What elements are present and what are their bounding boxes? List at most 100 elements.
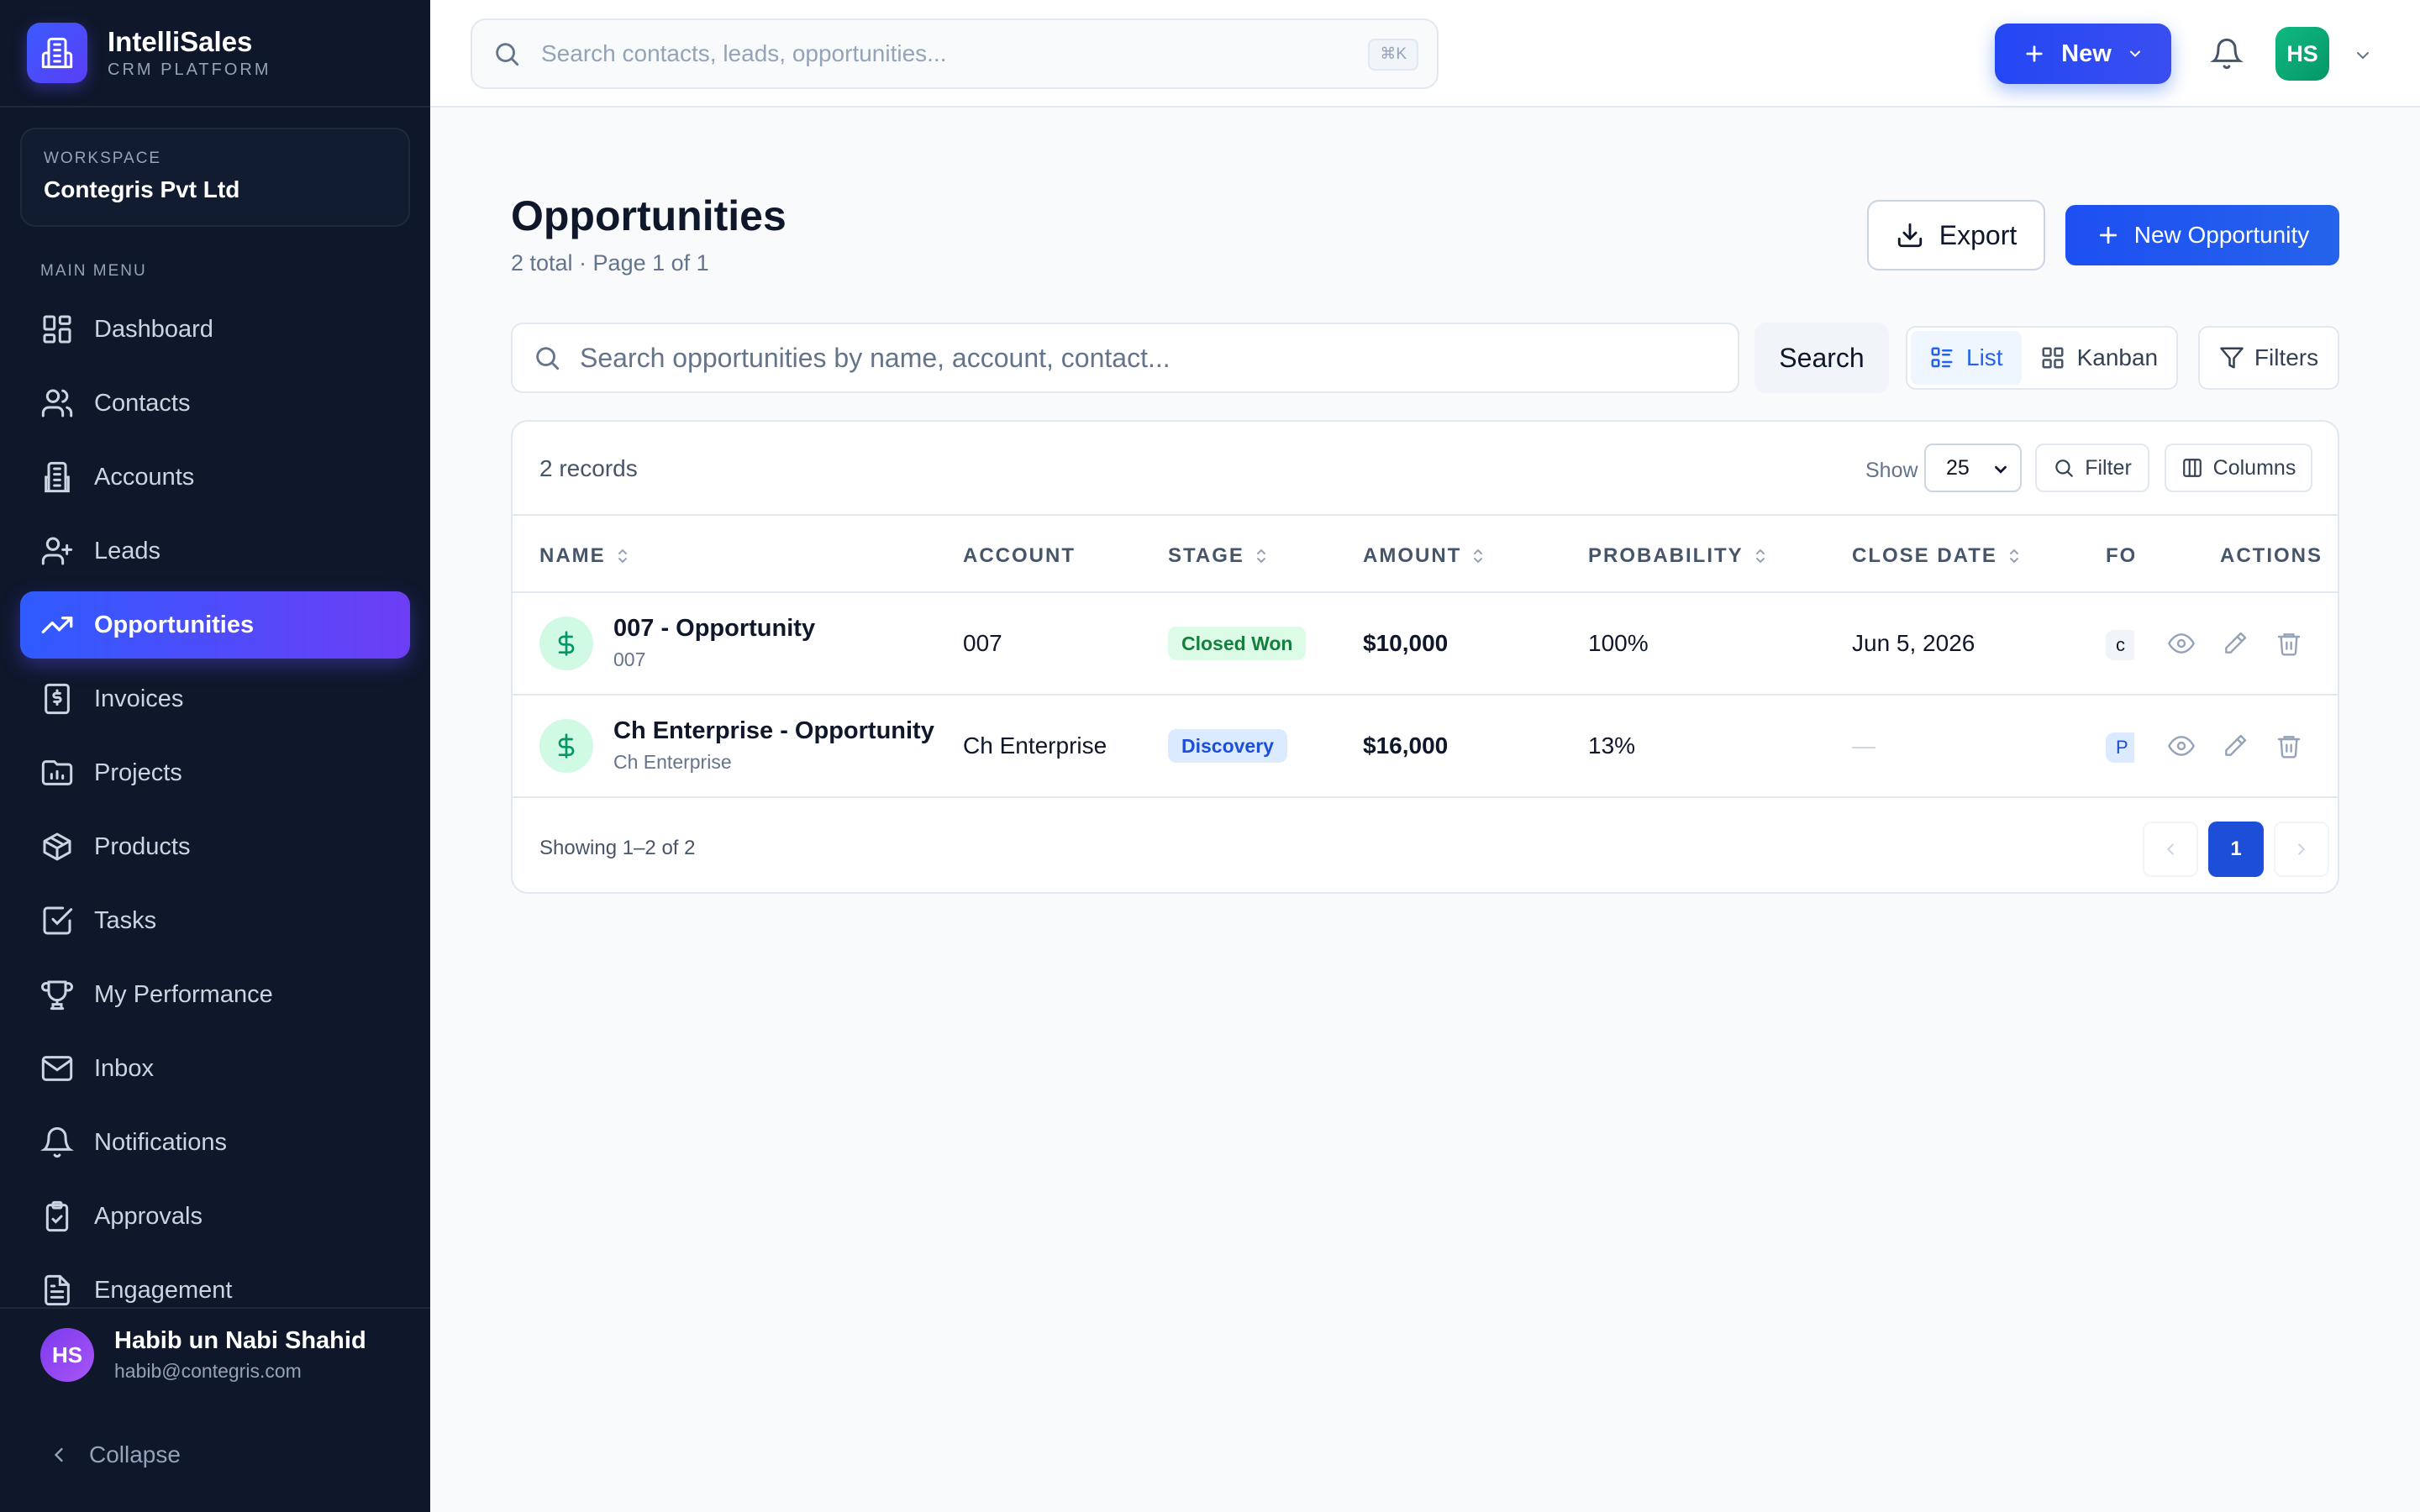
view-eye-icon[interactable] bbox=[2168, 732, 2195, 759]
table-footer: Showing 1–2 of 2 1 bbox=[513, 798, 2338, 892]
columns-icon bbox=[2181, 457, 2213, 479]
page-size-select[interactable]: 25 bbox=[1924, 444, 2022, 492]
sidebar-item-invoices[interactable]: Invoices bbox=[20, 665, 410, 732]
sidebar-item-inbox[interactable]: Inbox bbox=[20, 1035, 410, 1102]
edit-pencil-icon[interactable] bbox=[2222, 630, 2249, 657]
delete-trash-icon[interactable] bbox=[2275, 732, 2302, 759]
show-label: Show bbox=[1865, 459, 1918, 482]
sidebar-item-label: Accounts bbox=[94, 463, 195, 491]
sidebar-item-contacts[interactable]: Contacts bbox=[20, 370, 410, 437]
columns-button[interactable]: Columns bbox=[2165, 444, 2312, 492]
fo-chip: P bbox=[2106, 732, 2134, 763]
sidebar-nav: Dashboard Contacts Accounts Leads Opport… bbox=[20, 296, 410, 1331]
column-header-label: CLOSE DATE bbox=[1852, 544, 1997, 567]
column-header-label: ACCOUNT bbox=[963, 544, 1076, 567]
user-avatar[interactable]: HS bbox=[2275, 27, 2329, 81]
view-eye-icon[interactable] bbox=[2168, 630, 2195, 657]
sidebar-item-dashboard[interactable]: Dashboard bbox=[20, 296, 410, 363]
opportunity-account-sub: 007 bbox=[613, 648, 646, 670]
column-header-label: STAGE bbox=[1168, 544, 1244, 567]
sort-icon bbox=[1244, 548, 1268, 564]
sidebar-item-products[interactable]: Products bbox=[20, 813, 410, 880]
sort-icon bbox=[1461, 548, 1485, 564]
dashboard-icon bbox=[40, 312, 74, 346]
notifications-bell-icon[interactable] bbox=[2210, 37, 2244, 71]
edit-pencil-icon[interactable] bbox=[2222, 732, 2249, 759]
sidebar-item-label: Opportunities bbox=[94, 611, 255, 638]
new-opportunity-label: New Opportunity bbox=[2133, 222, 2310, 248]
sidebar-item-leads[interactable]: Leads bbox=[20, 517, 410, 585]
view-kanban-button[interactable]: Kanban bbox=[2022, 331, 2177, 385]
clipboard-check-icon bbox=[40, 1200, 74, 1233]
global-search[interactable]: ⌘K bbox=[471, 18, 1439, 89]
package-icon bbox=[40, 830, 74, 864]
checkbox-icon bbox=[40, 904, 74, 937]
opportunity-search[interactable] bbox=[511, 323, 1739, 393]
probability-cell: 100% bbox=[1588, 630, 1649, 656]
search-button[interactable]: Search bbox=[1754, 323, 1889, 393]
mail-icon bbox=[40, 1052, 74, 1085]
sidebar-item-label: Tasks bbox=[94, 906, 157, 934]
chevron-down-icon[interactable] bbox=[2353, 45, 2373, 66]
search-icon bbox=[533, 344, 561, 372]
sidebar-item-label: Contacts bbox=[94, 389, 191, 417]
sort-icon bbox=[1997, 548, 2021, 564]
opportunities-table-card: 2 records Show 25 Filter Columns NAME AC… bbox=[511, 420, 2339, 894]
brand[interactable]: IntelliSales CRM PLATFORM bbox=[0, 0, 430, 108]
column-header-label: PROBABILITY bbox=[1588, 544, 1744, 567]
sort-icon bbox=[606, 548, 629, 564]
new-button[interactable]: New bbox=[1995, 24, 2171, 84]
sidebar-item-approvals[interactable]: Approvals bbox=[20, 1183, 410, 1250]
user-email: habib@contegris.com bbox=[114, 1360, 302, 1382]
column-header-stage[interactable]: STAGE bbox=[1168, 544, 1268, 568]
user-plus-icon bbox=[40, 534, 74, 568]
sidebar-item-projects[interactable]: Projects bbox=[20, 739, 410, 806]
sidebar-item-accounts[interactable]: Accounts bbox=[20, 444, 410, 511]
dollar-icon bbox=[539, 617, 593, 670]
list-icon bbox=[1929, 345, 1966, 370]
users-icon bbox=[40, 386, 74, 420]
delete-trash-icon[interactable] bbox=[2275, 630, 2302, 657]
sidebar-item-tasks[interactable]: Tasks bbox=[20, 887, 410, 954]
next-page-button[interactable] bbox=[2274, 822, 2329, 877]
collapse-button[interactable]: Collapse bbox=[47, 1441, 181, 1468]
column-header-fo[interactable]: FO bbox=[2106, 544, 2134, 568]
new-opportunity-button[interactable]: New Opportunity bbox=[2065, 205, 2339, 265]
filter-button[interactable]: Filter bbox=[2035, 444, 2149, 492]
opportunity-name-link[interactable]: Ch Enterprise - Opportunity bbox=[613, 717, 934, 745]
export-label: Export bbox=[1939, 219, 2018, 250]
column-header-amount[interactable]: AMOUNT bbox=[1363, 544, 1485, 568]
page-button-1[interactable]: 1 bbox=[2208, 822, 2264, 877]
column-header-name[interactable]: NAME bbox=[539, 544, 629, 568]
column-header-probability[interactable]: PROBABILITY bbox=[1588, 544, 1767, 568]
column-header-actions: ACTIONS bbox=[2220, 544, 2323, 568]
filter-label: Filter bbox=[2085, 455, 2132, 480]
download-icon bbox=[1896, 221, 1939, 249]
sidebar-item-label: My Performance bbox=[94, 980, 273, 1008]
sidebar-item-my-performance[interactable]: My Performance bbox=[20, 961, 410, 1028]
showing-range: Showing 1–2 of 2 bbox=[539, 837, 696, 859]
opportunity-name-link[interactable]: 007 - Opportunity bbox=[613, 615, 815, 643]
view-list-button[interactable]: List bbox=[1911, 331, 2022, 385]
column-header-label: ACTIONS bbox=[2220, 544, 2323, 567]
opportunity-search-input[interactable] bbox=[580, 342, 1672, 374]
sidebar-item-opportunities[interactable]: Opportunities bbox=[20, 591, 410, 659]
workspace-switcher[interactable]: WORKSPACE Contegris Pvt Ltd bbox=[20, 128, 410, 227]
account-cell: 007 bbox=[963, 630, 1002, 656]
sidebar-item-notifications[interactable]: Notifications bbox=[20, 1109, 410, 1176]
main-menu-label: MAIN MENU bbox=[40, 262, 147, 280]
column-header-account[interactable]: ACCOUNT bbox=[963, 544, 1076, 568]
dollar-icon bbox=[539, 719, 593, 773]
filters-button[interactable]: Filters bbox=[2198, 326, 2339, 390]
sidebar-item-label: Dashboard bbox=[94, 315, 213, 343]
sidebar-user[interactable]: HS Habib un Nabi Shahid habib@contegris.… bbox=[0, 1307, 430, 1401]
column-header-close-date[interactable]: CLOSE DATE bbox=[1852, 544, 2021, 568]
prev-page-button[interactable] bbox=[2143, 822, 2198, 877]
table-row[interactable]: 007 - Opportunity 007 007 Closed Won $10… bbox=[513, 593, 2338, 696]
trending-up-icon bbox=[40, 608, 74, 642]
search-icon bbox=[492, 39, 521, 68]
amount-cell: $10,000 bbox=[1363, 630, 1449, 656]
global-search-input[interactable] bbox=[541, 40, 1348, 67]
table-row[interactable]: Ch Enterprise - Opportunity Ch Enterpris… bbox=[513, 696, 2338, 798]
export-button[interactable]: Export bbox=[1867, 200, 2045, 270]
